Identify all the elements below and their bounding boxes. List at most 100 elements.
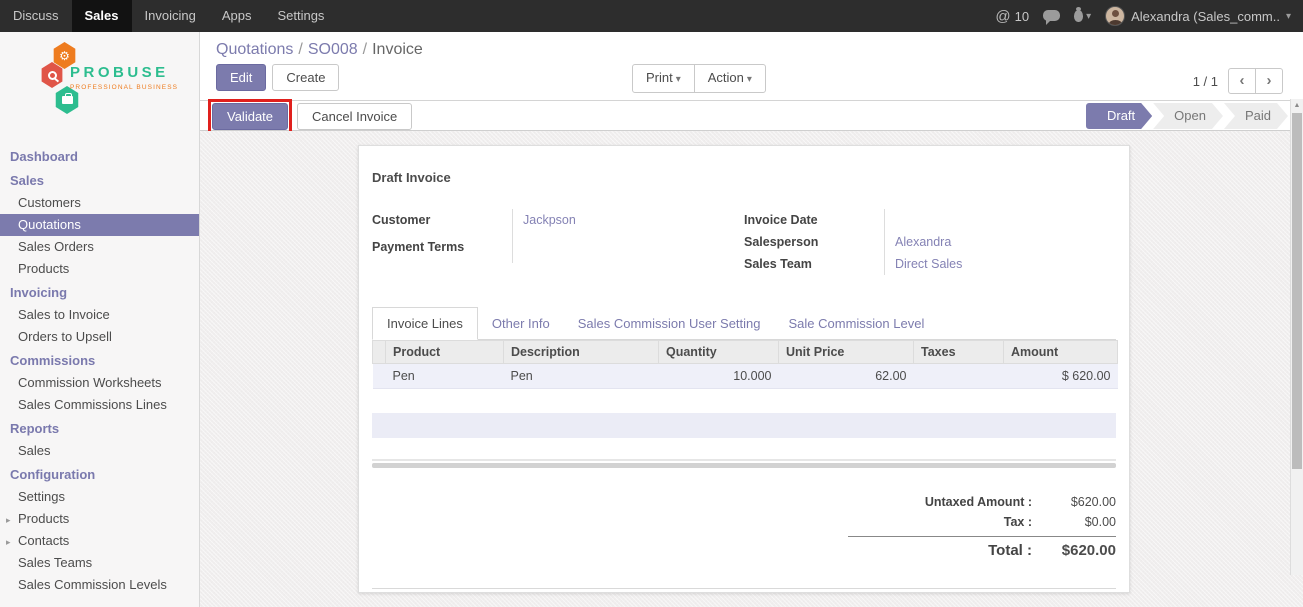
sidebar-item-report-sales[interactable]: Sales: [0, 440, 199, 462]
action-dropdown-button[interactable]: Action▾: [694, 64, 766, 93]
tab-other-info[interactable]: Other Info: [478, 308, 564, 339]
cell-unit-price: 62.00: [779, 364, 914, 389]
vertical-scrollbar: ▲: [1290, 99, 1303, 575]
user-name: Alexandra (Sales_comm..: [1131, 9, 1280, 24]
main-area: Draft Invoice Customer Jackpson Payment …: [200, 131, 1303, 607]
expand-caret-icon: ▸: [6, 535, 11, 549]
cancel-invoice-button[interactable]: Cancel Invoice: [297, 103, 412, 130]
user-menu[interactable]: Alexandra (Sales_comm.. ▾: [1105, 6, 1291, 26]
debug-menu[interactable]: ▾: [1074, 10, 1091, 22]
cell-taxes: [914, 364, 1004, 389]
mentions-button[interactable]: @ 10: [995, 8, 1029, 25]
expand-caret-icon: ▸: [6, 513, 11, 527]
tab-invoice-lines[interactable]: Invoice Lines: [372, 307, 478, 340]
at-icon: @: [995, 8, 1010, 25]
red-annotation-box: Validate: [208, 99, 292, 134]
sidebar-item-sales-to-invoice[interactable]: Sales to Invoice: [0, 304, 199, 326]
total-value: $620.00: [1032, 542, 1116, 559]
topbar-menu-discuss[interactable]: Discuss: [0, 0, 72, 32]
topbar-menu-settings[interactable]: Settings: [264, 0, 337, 32]
sidebar-item-quotations[interactable]: Quotations: [0, 214, 199, 236]
sidebar-header-configuration[interactable]: Configuration: [0, 462, 199, 486]
brand-name: PROBUSE: [70, 64, 178, 81]
col-unit-price: Unit Price: [779, 341, 914, 364]
pager-next-button[interactable]: ›: [1255, 68, 1283, 94]
col-amount: Amount: [1004, 341, 1118, 364]
sidebar-item-settings[interactable]: Settings: [0, 486, 199, 508]
cell-amount: $ 620.00: [1004, 364, 1118, 389]
topbar-menu-apps[interactable]: Apps: [209, 0, 265, 32]
sidebar-item-commission-worksheets[interactable]: Commission Worksheets: [0, 372, 199, 394]
col-taxes: Taxes: [914, 341, 1004, 364]
sidebar-item-products[interactable]: Products: [0, 258, 199, 280]
sidebar-item-config-contacts[interactable]: ▸ Contacts: [0, 530, 199, 552]
untaxed-amount-label: Untaxed Amount :: [925, 495, 1032, 509]
mention-count: 10: [1015, 9, 1029, 24]
pager-count: 1 / 1: [1193, 74, 1218, 89]
scrollbar-up-arrow[interactable]: ▲: [1291, 99, 1303, 112]
sidebar-item-sales-commissions-lines[interactable]: Sales Commissions Lines: [0, 394, 199, 416]
scrollbar-thumb[interactable]: [1292, 113, 1302, 469]
cell-quantity: 10.000: [659, 364, 779, 389]
horizontal-scrollbar: [372, 459, 1116, 468]
topbar-menu-invoicing[interactable]: Invoicing: [132, 0, 209, 32]
sidebar-header-invoicing[interactable]: Invoicing: [0, 280, 199, 304]
messages-icon[interactable]: [1043, 10, 1060, 21]
invoice-date-value: [884, 209, 1116, 231]
sales-team-label: Sales Team: [744, 253, 884, 275]
handle-column-header: [373, 341, 386, 364]
sidebar-item-sales-commission-levels[interactable]: Sales Commission Levels: [0, 574, 199, 596]
pager-previous-button[interactable]: ‹: [1228, 68, 1256, 94]
salesperson-link[interactable]: Alexandra: [895, 235, 951, 249]
brand-text: PROBUSE PROFESSIONAL BUSINESS: [70, 64, 178, 91]
breadcrumb-so008[interactable]: SO008: [308, 41, 358, 58]
state-draft[interactable]: Draft: [1086, 103, 1152, 129]
statusbar: Draft Open Paid: [1085, 103, 1288, 129]
hscroll-track: [372, 459, 1116, 461]
tax-value: $0.00: [1032, 515, 1116, 529]
sidebar-header-commissions[interactable]: Commissions: [0, 348, 199, 372]
col-description: Description: [504, 341, 659, 364]
sidebar: ⚙ PROBUSE PROFESSIONAL BUSINESS Dashboar…: [0, 32, 200, 607]
sidebar-item-sales-teams[interactable]: Sales Teams: [0, 552, 199, 574]
sidebar-item-customers[interactable]: Customers: [0, 192, 199, 214]
sidebar-header-dashboard[interactable]: Dashboard: [0, 144, 199, 168]
payment-terms-value: [512, 236, 744, 263]
untaxed-amount-value: $620.00: [1032, 495, 1116, 509]
table-row[interactable]: Pen Pen 10.000 62.00 $ 620.00: [373, 364, 1118, 389]
sidebar-header-reports[interactable]: Reports: [0, 416, 199, 440]
status-row: Validate Cancel Invoice Draft Open Paid: [200, 100, 1303, 131]
cp-buttons: Edit Create: [216, 64, 339, 91]
totals-block: Untaxed Amount : $620.00 Tax : $0.00 Tot…: [848, 492, 1116, 562]
validate-button[interactable]: Validate: [212, 103, 288, 130]
document-title: Draft Invoice: [372, 170, 1116, 185]
sidebar-header-sales[interactable]: Sales: [0, 168, 199, 192]
topbar: Discuss Sales Invoicing Apps Settings @ …: [0, 0, 1303, 32]
hscroll-thumb[interactable]: [372, 463, 1116, 468]
sidebar-menu: Dashboard Sales Customers Quotations Sal…: [0, 144, 199, 596]
control-panel: Quotations/SO008/Invoice Edit Create Pri…: [200, 32, 1303, 100]
table-header-row: Product Description Quantity Unit Price …: [373, 341, 1118, 364]
state-paid[interactable]: Paid: [1224, 103, 1288, 129]
edit-button[interactable]: Edit: [216, 64, 266, 91]
cp-center-buttons: Print▾ Action▾: [632, 64, 766, 93]
sidebar-item-config-products[interactable]: ▸ Products: [0, 508, 199, 530]
print-dropdown-button[interactable]: Print▾: [632, 64, 695, 93]
sidebar-item-label: Contacts: [18, 533, 69, 548]
sidebar-item-sales-orders[interactable]: Sales Orders: [0, 236, 199, 258]
tab-sales-commission-user-setting[interactable]: Sales Commission User Setting: [564, 308, 775, 339]
topbar-menu-sales[interactable]: Sales: [72, 0, 132, 32]
breadcrumb-quotations[interactable]: Quotations: [216, 41, 293, 58]
invoice-lines-table: Product Description Quantity Unit Price …: [372, 340, 1118, 389]
sidebar-item-orders-to-upsell[interactable]: Orders to Upsell: [0, 326, 199, 348]
create-button[interactable]: Create: [272, 64, 339, 91]
breadcrumb-separator: /: [358, 41, 372, 58]
topbar-nav: Discuss Sales Invoicing Apps Settings: [0, 0, 337, 32]
cell-product: Pen: [386, 364, 504, 389]
state-open[interactable]: Open: [1153, 103, 1223, 129]
tab-sale-commission-level[interactable]: Sale Commission Level: [775, 308, 939, 339]
sales-team-link[interactable]: Direct Sales: [895, 257, 962, 271]
customer-link[interactable]: Jackpson: [523, 213, 576, 227]
col-product: Product: [386, 341, 504, 364]
brand-tagline: PROFESSIONAL BUSINESS: [70, 84, 178, 91]
